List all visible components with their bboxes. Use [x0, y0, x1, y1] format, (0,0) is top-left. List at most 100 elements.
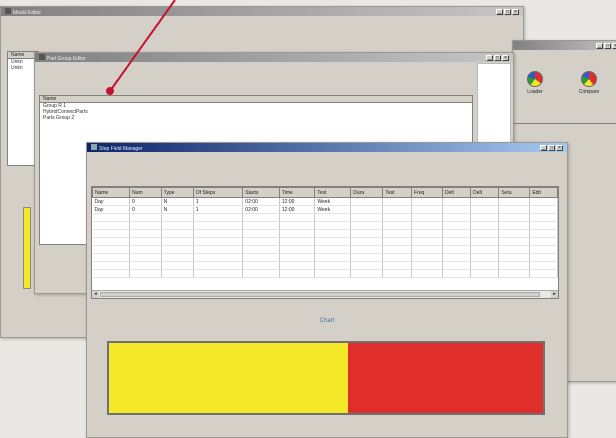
group-list-header[interactable]: Name [40, 96, 472, 103]
table-cell [498, 197, 531, 206]
table-cell: Day [92, 197, 131, 206]
table-cell: Week [314, 205, 352, 214]
table-cell [411, 205, 443, 214]
table-cell [350, 229, 384, 238]
table-cell [529, 245, 558, 254]
column-header[interactable]: Delt [470, 187, 500, 198]
table-cell [314, 269, 352, 278]
table-cell [92, 221, 131, 230]
step-table[interactable]: Name Num Type Of Steps Starts Time Test Dura Tes… [91, 186, 559, 299]
table-cell [382, 197, 413, 206]
table-body: Day 0 N 1 02:00 12:00 Week Day 0 N 1 02:00 12:00 Week [92, 197, 558, 278]
close-icon[interactable]: × [556, 144, 563, 151]
table-cell [242, 261, 280, 270]
close-icon[interactable]: × [512, 8, 519, 15]
table-cell [279, 229, 316, 238]
back-window-titlebar[interactable]: Modul Editor _ □ × [1, 7, 523, 16]
table-cell [350, 197, 384, 206]
table-cell: 1 [193, 197, 244, 206]
column-header[interactable]: Delt [441, 187, 472, 198]
table-cell [242, 245, 280, 254]
table-cell [470, 229, 500, 238]
table-cell [382, 245, 413, 254]
table-cell [382, 261, 413, 270]
column-header[interactable]: Name [92, 187, 131, 198]
table-cell [350, 261, 384, 270]
list-item[interactable]: Parts Group 2 [40, 115, 472, 121]
maximize-icon[interactable]: □ [504, 8, 511, 15]
column-header[interactable]: Test [314, 187, 352, 198]
scroll-right-icon[interactable]: ▸ [551, 291, 558, 298]
table-row[interactable] [92, 269, 558, 278]
table-cell [411, 213, 443, 222]
column-header[interactable]: Num [129, 187, 162, 198]
table-cell [411, 197, 443, 206]
table-row[interactable] [92, 229, 558, 238]
column-header[interactable]: Edit [529, 187, 558, 198]
toolbar-label: Loader [527, 89, 543, 95]
close-icon[interactable]: × [612, 42, 616, 49]
column-header[interactable]: Setu [498, 187, 531, 198]
table-cell [242, 213, 280, 222]
table-row[interactable] [92, 245, 558, 254]
table-cell [314, 221, 352, 230]
scroll-left-icon[interactable]: ◂ [92, 291, 99, 298]
table-row[interactable] [92, 237, 558, 246]
table-cell [279, 237, 316, 246]
table-cell: N [161, 205, 194, 214]
table-row[interactable]: Day 0 N 1 02:00 12:00 Week [92, 205, 558, 214]
right-window-titlebar[interactable]: _ □ × [513, 41, 616, 50]
front-window-titlebar[interactable]: Step Field Manager _ □ × [87, 143, 567, 152]
minimize-icon[interactable]: _ [486, 54, 493, 61]
column-header[interactable]: Of Steps [192, 187, 244, 198]
table-cell [442, 245, 472, 254]
table-cell: 1 [193, 205, 244, 214]
table-cell [92, 229, 131, 238]
toolbar-button-loader[interactable]: Loader [519, 71, 551, 95]
progress-bar [107, 341, 545, 415]
table-cell [242, 221, 280, 230]
column-header[interactable]: Test [382, 187, 413, 198]
maximize-icon[interactable]: □ [604, 42, 611, 49]
table-cell [350, 205, 384, 214]
app-icon [39, 53, 45, 60]
column-header[interactable]: Starts [242, 187, 280, 198]
column-header[interactable]: Time [278, 187, 316, 198]
maximize-icon[interactable]: □ [494, 54, 501, 61]
minimize-icon[interactable]: _ [496, 8, 503, 15]
window-controls: _ □ × [486, 54, 509, 61]
table-cell [279, 269, 316, 278]
close-icon[interactable]: × [502, 54, 509, 61]
minimize-icon[interactable]: _ [540, 144, 547, 151]
table-cell [498, 213, 531, 222]
table-row[interactable] [92, 221, 558, 230]
table-cell [279, 221, 316, 230]
maximize-icon[interactable]: □ [548, 144, 555, 151]
group-window-titlebar[interactable]: Part Group Editor _ □ × [35, 53, 513, 62]
table-row[interactable] [92, 213, 558, 222]
table-cell [350, 245, 384, 254]
table-cell: 0 [129, 197, 162, 206]
table-cell [161, 237, 194, 246]
horizontal-scrollbar[interactable]: ◂ ▸ [92, 290, 558, 298]
column-header[interactable]: Type [160, 187, 194, 198]
minimize-icon[interactable]: _ [596, 42, 603, 49]
column-header[interactable]: Freq [411, 187, 443, 198]
table-cell [92, 253, 131, 262]
pie-chart-icon [581, 71, 597, 87]
table-cell [279, 253, 316, 262]
table-row[interactable] [92, 261, 558, 270]
scroll-thumb[interactable] [100, 292, 540, 297]
column-header[interactable]: Dura [350, 187, 384, 198]
table-cell [442, 205, 472, 214]
table-cell [411, 253, 443, 262]
table-cell [129, 237, 162, 246]
table-cell [529, 269, 558, 278]
table-cell [498, 221, 531, 230]
table-cell [442, 221, 472, 230]
table-row[interactable] [92, 253, 558, 262]
table-row[interactable]: Day 0 N 1 02:00 12:00 Week [92, 197, 558, 206]
toolbar-button-compare[interactable]: Compare [571, 71, 607, 95]
table-cell [193, 253, 244, 262]
table-cell [92, 269, 131, 278]
